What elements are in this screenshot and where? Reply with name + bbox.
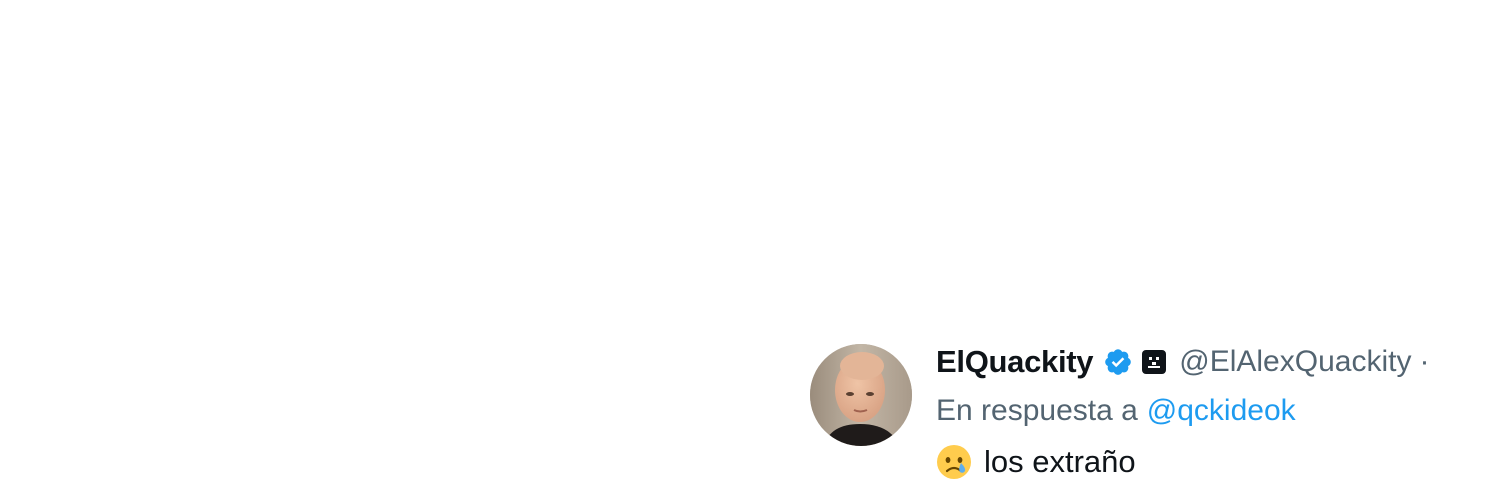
tweet-body: los extraño — [984, 444, 1136, 479]
avatar[interactable] — [810, 344, 912, 446]
reply-prefix: En respuesta a — [936, 394, 1138, 427]
reply-context: En respuesta a @qckideok — [936, 386, 1500, 436]
mention-link[interactable]: @qckideok — [1147, 394, 1296, 428]
tweet-content: ElQuackity @ElAlexQuackity · En respuest… — [936, 340, 1500, 488]
separator-dot: · — [1419, 345, 1430, 378]
page: ElQuackity @ElAlexQuackity · En respuest… — [0, 0, 1500, 500]
tweet[interactable]: ElQuackity @ElAlexQuackity · En respuest… — [810, 340, 1500, 500]
crying-face-emoji-icon — [936, 444, 972, 480]
tweet-header: ElQuackity @ElAlexQuackity · — [936, 340, 1500, 384]
user-handle[interactable]: @ElAlexQuackity — [1179, 345, 1411, 379]
display-name[interactable]: ElQuackity — [936, 344, 1094, 380]
tweet-text: los extraño — [936, 436, 1500, 488]
verified-badge-icon[interactable] — [1103, 347, 1133, 377]
affiliate-badge-icon[interactable] — [1141, 349, 1167, 375]
